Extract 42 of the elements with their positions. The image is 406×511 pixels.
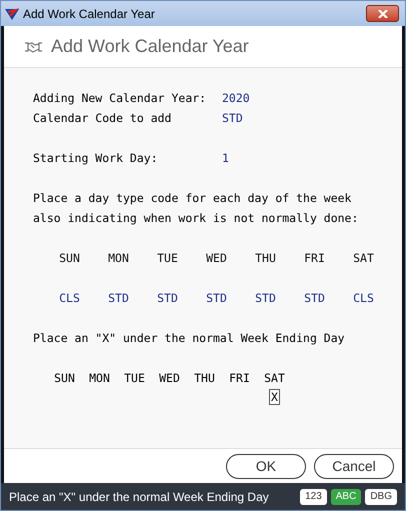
day-heading: MON bbox=[108, 250, 129, 267]
day-type-code[interactable]: STD bbox=[255, 288, 276, 308]
mode-indicator[interactable]: DBG bbox=[365, 488, 397, 504]
day-type-code[interactable]: STD bbox=[206, 288, 227, 308]
day-heading: TUE bbox=[157, 250, 178, 267]
day-heading: FRI bbox=[229, 370, 250, 387]
day-type-code[interactable]: CLS bbox=[353, 288, 374, 308]
day-type-code[interactable]: STD bbox=[157, 288, 178, 308]
field-value[interactable]: 2020 bbox=[222, 88, 250, 108]
day-heading: SAT bbox=[353, 250, 374, 267]
handshake-icon bbox=[24, 40, 43, 52]
ok-button[interactable]: OK bbox=[226, 454, 306, 478]
window-title: Add Work Calendar Year bbox=[23, 6, 156, 22]
instruction-text: Place a day type code for each day of the week bbox=[33, 191, 352, 205]
day-type-code[interactable]: STD bbox=[108, 288, 129, 308]
field-value[interactable]: STD bbox=[222, 108, 243, 128]
prompt-text: Place an "X" under the normal Week Ending Day bbox=[33, 331, 345, 345]
logo-icon bbox=[5, 8, 19, 20]
day-heading: THU bbox=[194, 370, 215, 387]
dialog-heading: Add Work Calendar Year bbox=[51, 35, 249, 58]
day-heading: FRI bbox=[304, 250, 325, 267]
day-heading: TUE bbox=[124, 370, 145, 387]
mode-indicator[interactable]: 123 bbox=[300, 488, 327, 504]
week-end-field[interactable]: X bbox=[269, 389, 280, 405]
day-heading: WED bbox=[206, 250, 227, 267]
day-heading: MON bbox=[89, 370, 110, 387]
field-label: Adding New Calendar Year: bbox=[33, 90, 208, 107]
day-heading: SUN bbox=[54, 370, 75, 387]
close-button[interactable] bbox=[366, 5, 399, 22]
day-type-code[interactable]: STD bbox=[304, 288, 325, 308]
instruction-text: also indicating when work is not normally done: bbox=[33, 211, 358, 225]
field-label: Starting Work Day: bbox=[33, 150, 159, 167]
close-icon bbox=[378, 10, 388, 18]
cancel-button[interactable]: Cancel bbox=[314, 454, 394, 478]
day-heading: SAT bbox=[264, 370, 285, 387]
status-message: Place an "X" under the normal Week Ending Day bbox=[9, 488, 270, 506]
day-heading: SUN bbox=[59, 250, 80, 267]
day-heading: WED bbox=[159, 370, 180, 387]
day-heading: THU bbox=[255, 250, 276, 267]
day-type-code[interactable]: CLS bbox=[59, 288, 80, 308]
field-label: Calendar Code to add bbox=[33, 110, 172, 127]
field-value[interactable]: 1 bbox=[222, 148, 229, 168]
